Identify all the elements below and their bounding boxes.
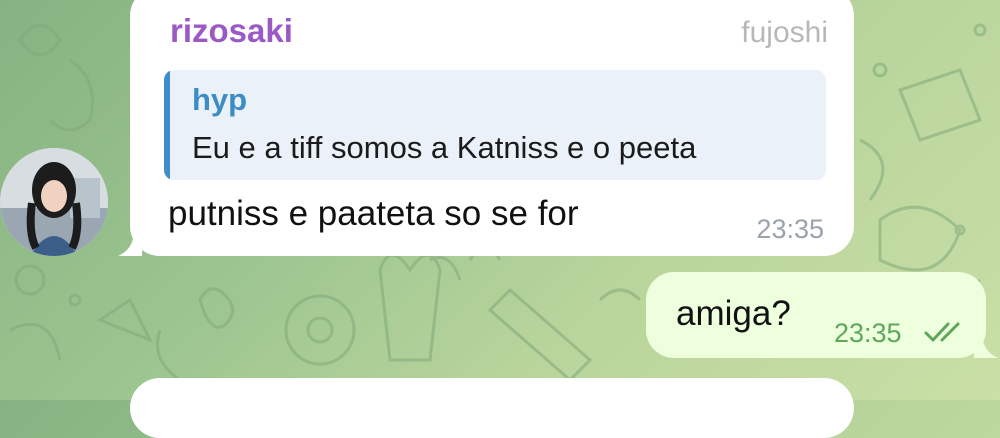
incoming-message-bubble[interactable]: rizosaki fujoshi hyp Eu e a tiff somos a… (118, 0, 854, 256)
reply-accent-bar (164, 70, 170, 180)
message-text: putniss e paateta so se for (168, 194, 579, 233)
sender-avatar[interactable] (0, 148, 108, 256)
reply-text: Eu e a tiff somos a Katniss e o peeta (192, 130, 697, 165)
incoming-message-bubble-partial[interactable] (130, 378, 854, 438)
bubble-tail (118, 234, 142, 256)
outgoing-message-bubble[interactable]: amiga? 23:35 (646, 272, 998, 358)
message-time: 23:35 (756, 214, 824, 244)
reply-author: hyp (192, 82, 248, 117)
double-check-icon (924, 322, 960, 342)
message-text: amiga? (676, 294, 791, 333)
message-time: 23:35 (834, 318, 902, 348)
bubble-tail (974, 336, 998, 358)
sender-title-badge: fujoshi (741, 16, 828, 49)
sender-name[interactable]: rizosaki (170, 12, 293, 50)
reply-quote[interactable]: hyp Eu e a tiff somos a Katniss e o peet… (164, 70, 826, 180)
